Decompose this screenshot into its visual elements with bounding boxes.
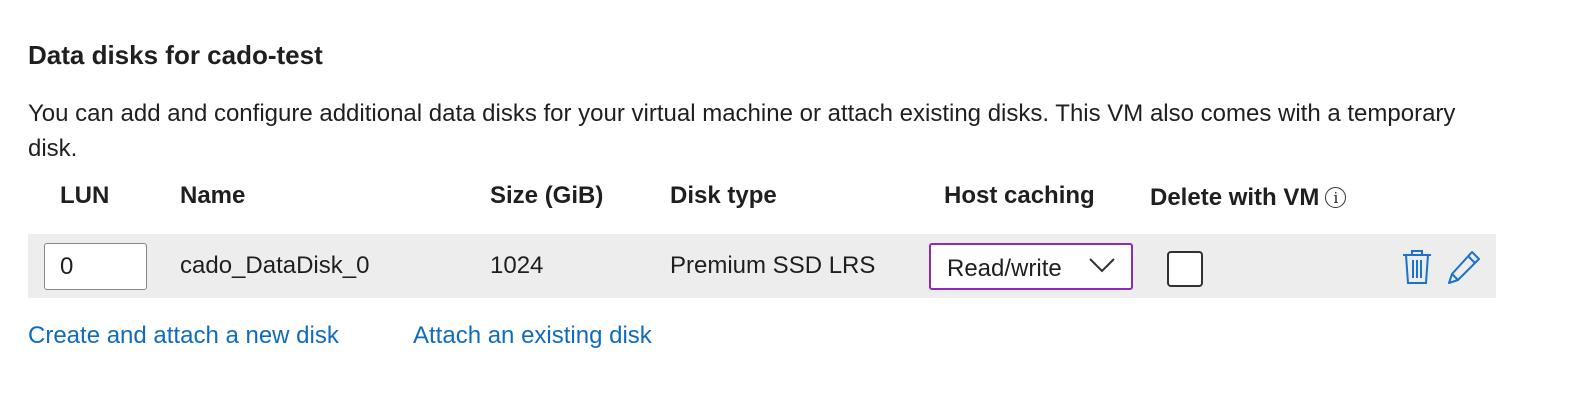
attach-existing-disk-link[interactable]: Attach an existing disk xyxy=(413,322,652,350)
section-title: Data disks for cado-test xyxy=(28,40,323,70)
host-caching-selected-value: Read/write xyxy=(947,255,1062,282)
delete-icon[interactable] xyxy=(1399,248,1435,286)
column-header-host-caching: Host caching xyxy=(944,182,1095,209)
disk-size-cell: 1024 xyxy=(490,252,544,279)
create-new-disk-link[interactable]: Create and attach a new disk xyxy=(28,322,339,350)
info-icon[interactable]: i xyxy=(1325,187,1347,208)
section-description: You can add and configure additional dat… xyxy=(28,100,1456,162)
lun-input[interactable] xyxy=(44,243,147,290)
column-header-delete-with-vm: Delete with VM i xyxy=(1150,184,1347,212)
column-header-disk-type: Disk type xyxy=(670,182,777,209)
disk-type-cell: Premium SSD LRS xyxy=(670,252,876,279)
chevron-down-icon xyxy=(1089,258,1115,273)
column-header-name: Name xyxy=(180,182,246,209)
column-header-lun: LUN xyxy=(60,182,110,209)
column-header-delete-with-vm-label: Delete with VM xyxy=(1150,184,1320,211)
delete-with-vm-checkbox[interactable] xyxy=(1167,251,1203,287)
disk-name-cell: cado_DataDisk_0 xyxy=(180,252,370,279)
edit-icon[interactable] xyxy=(1446,248,1482,286)
column-header-size: Size (GiB) xyxy=(490,182,604,209)
host-caching-dropdown[interactable]: Read/write xyxy=(929,243,1133,290)
